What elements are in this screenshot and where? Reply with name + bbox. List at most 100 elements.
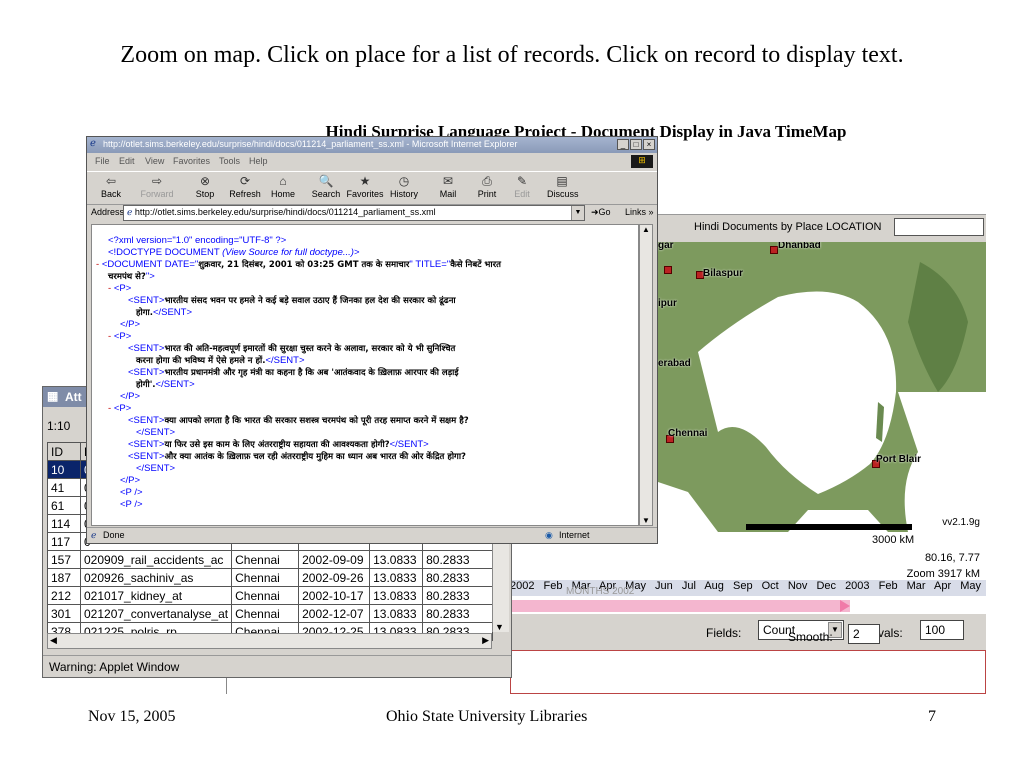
menu-view[interactable]: View [145,156,164,166]
stop-icon: ⊗ [199,174,211,188]
menu-tools[interactable]: Tools [219,156,240,166]
mail-label: Mail [439,189,457,199]
column-header-id[interactable]: ID [47,442,81,461]
timeline-label: 2003 [845,580,870,592]
cell-id: 157 [47,550,81,569]
scroll-right-icon[interactable]: ▶ [482,635,489,646]
history-button[interactable]: ◷ History [389,173,419,199]
menu-help[interactable]: Help [249,156,268,166]
scroll-down-icon[interactable]: ▼ [495,622,504,632]
mail-icon: ✉ [442,174,454,188]
cell-id: 41 [47,478,81,497]
search-button[interactable]: 🔍 Search [311,173,341,199]
version-label: vv2.1.9g [940,517,982,528]
scroll-up-icon[interactable]: ▲ [642,225,650,234]
minimize-icon[interactable]: _ [617,139,629,150]
scroll-left-icon[interactable]: ◀ [50,635,57,646]
timeline-label: Apr [934,580,952,592]
map-canvas[interactable]: Dhanbad Bilaspur Chennai Port Blair gar … [658,242,986,532]
refresh-button[interactable]: ⟳ Refresh [227,173,263,199]
xml-p-open: - <P> [108,283,132,294]
links-button[interactable]: Links » [625,207,654,217]
document-tag-end: "> [145,271,155,282]
time-slider-fill[interactable] [510,600,850,612]
browser-status-bar: ℯ Done ◉ Internet [87,527,657,544]
timeline-faded-label: MONTHS 2002 [566,586,635,597]
city-label-partial-erabad: erabad [658,358,691,369]
cell-lon: 80.2833 [422,604,493,623]
scroll-down-icon[interactable]: ▼ [642,516,650,525]
back-button[interactable]: ⇦ Back [97,173,125,199]
xml-sent-cont: करना होगा की भविष्य में ऐसे हमले न हों.<… [136,355,305,366]
table-horizontal-scrollbar[interactable]: ◀ ▶ [47,633,492,649]
location-input[interactable] [894,218,984,236]
sentence-text: भारत की अति-महत्वपूर्ण इमारतों की सुरक्ष… [164,344,456,354]
edit-label: Edit [514,189,530,199]
table-row[interactable]: 212 021017_kidney_at Chennai 2002-10-17 … [47,586,493,605]
stop-label: Stop [195,189,215,199]
menu-edit[interactable]: Edit [119,156,135,166]
go-button[interactable]: ➜Go [591,207,611,218]
table-row[interactable]: 187 020926_sachiniv_as Chennai 2002-09-2… [47,568,493,587]
address-input[interactable]: ℯ http://otlet.sims.berkeley.edu/surpris… [123,205,585,221]
timeline-label: Nov [787,580,808,592]
applet-status-bar: Warning: Applet Window [43,655,511,678]
xml-p-empty: <P /> [120,487,143,498]
time-slider-arrow-icon[interactable] [840,600,850,612]
doctype-text: <!DOCTYPE DOCUMENT [108,247,223,258]
edit-icon: ✎ [516,174,528,188]
timeline-label: 2002 [510,580,535,592]
sentence-text: होगी'. [136,380,156,390]
xml-p-open: - <P> [108,403,132,414]
edit-button[interactable]: ✎ Edit [511,173,533,199]
maximize-icon[interactable]: □ [630,139,642,150]
scale-bar [746,524,912,530]
forward-button[interactable]: ⇨ Forward [137,173,177,199]
xml-p-close: </P> [120,319,141,330]
xml-sent: <SENT>क्या आपको लगता है कि भारत की सरकार… [128,415,469,426]
smooth-input[interactable]: 2 [848,624,880,644]
cell-lat: 13.0833 [369,604,424,623]
stop-button[interactable]: ⊗ Stop [191,173,219,199]
sentence-text: करना होगा की भविष्य में ऐसे हमले न हों. [136,356,266,366]
app-icon: ▦ [47,389,59,403]
print-button[interactable]: ⎙ Print [475,173,499,199]
discuss-button[interactable]: ▤ Discuss [547,173,579,199]
favorites-button[interactable]: ★ Favorites [345,173,385,199]
table-row[interactable]: 301 021207_convertanalyse_at Chennai 200… [47,604,493,623]
xml-sent: <SENT>और क्या आतंक के ख़िलाफ़ चल रही अंत… [128,451,466,462]
browser-title: http://otlet.sims.berkeley.edu/surprise/… [103,139,518,149]
city-marker-dhanbad[interactable] [770,246,778,254]
intervals-input[interactable]: 100 [920,620,964,640]
home-button[interactable]: ⌂ Home [269,173,297,199]
city-label-dhanbad: Dhanbad [778,242,821,251]
view-source-link[interactable]: (View Source for full doctype...) [222,247,354,258]
discuss-icon: ▤ [556,174,568,188]
xml-p-close: </P> [120,391,141,402]
title-attr: " TITLE=" [409,259,451,270]
cell-lat: 13.0833 [369,550,424,569]
document-tag: <DOCUMENT DATE=" [101,259,199,270]
cell-doc: 021017_kidney_at [79,586,233,605]
status-text: Done [103,530,125,540]
city-marker-west[interactable] [664,266,672,274]
browser-titlebar[interactable]: ℯ http://otlet.sims.berkeley.edu/surpris… [87,137,657,153]
chevron-down-icon[interactable]: ▼ [571,206,584,220]
search-icon: 🔍 [318,174,334,188]
address-bar: Address ℯ http://otlet.sims.berkeley.edu… [87,204,657,222]
doctype-end: > [353,247,360,258]
toolbar: ⇦ Back ⇨ Forward ⊗ Stop ⟳ Refresh ⌂ Home 🔍 Sea… [87,171,657,205]
mail-button[interactable]: ✉ Mail [435,173,461,199]
close-icon[interactable]: × [643,139,655,150]
print-icon: ⎙ [482,174,492,188]
sentence-text: होगा. [136,308,153,318]
map-terrain [658,242,986,532]
xml-sent-close: </SENT> [136,463,176,474]
menu-file[interactable]: File [95,156,110,166]
xml-p-open: - <P> [108,331,132,342]
cell-id: 117 [47,532,81,551]
content-vertical-scrollbar[interactable]: ▲ ▼ [639,224,653,526]
table-row[interactable]: 157 020909_rail_accidents_ac Chennai 200… [47,550,493,569]
sentence-text: या फिर उसे इस काम के लिए अंतरराष्ट्रीय स… [164,440,390,450]
menu-favorites[interactable]: Favorites [173,156,210,166]
